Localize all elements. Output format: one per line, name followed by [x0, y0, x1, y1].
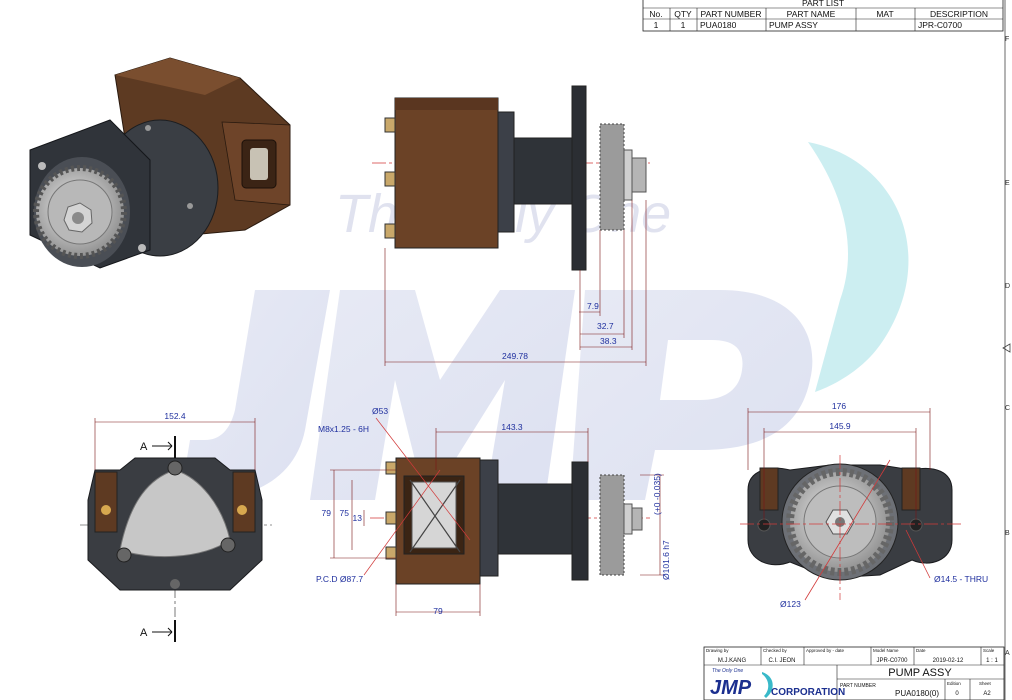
- zone-letter: F: [1005, 36, 1009, 43]
- dim-143-3: 143.3: [501, 422, 523, 432]
- dim-13-vertical: 13: [353, 513, 363, 523]
- tb-part-number: PUA0180(0): [895, 689, 939, 698]
- dim-front-width: 152.4: [164, 411, 186, 421]
- dim-hole-spacing: 145.9: [829, 421, 851, 431]
- dim-32-7: 32.7: [597, 321, 614, 331]
- dim-overall-length: 249.78: [502, 351, 528, 361]
- dim-38-3: 38.3: [600, 336, 617, 346]
- tb-label-part-number: PART NUMBER: [840, 683, 876, 689]
- tb-label-model-name: Model Name: [873, 648, 899, 653]
- tb-scale: 1 : 1: [986, 658, 998, 664]
- dim-thru-hole: Ø14.5 - THRU: [934, 574, 988, 584]
- logo-tagline: The Only One: [712, 668, 743, 674]
- dim-shaft-fit: Ø101.6 h7: [661, 540, 671, 580]
- front-view: [80, 455, 272, 630]
- section-marker-bottom: A: [140, 620, 176, 642]
- dim-dia-123: Ø123: [780, 599, 801, 609]
- zone-letter: E: [1005, 180, 1010, 187]
- dim-7-9: 7.9: [587, 301, 599, 311]
- rear-view: [740, 455, 962, 601]
- tb-date: 2019-02-12: [933, 658, 964, 664]
- part-list-header: QTY: [674, 9, 692, 19]
- part-list-header: MAT: [876, 9, 893, 19]
- part-list-title: PART LIST: [802, 0, 844, 8]
- zone-letter: B: [1005, 530, 1010, 537]
- part-list-header: DESCRIPTION: [930, 9, 988, 19]
- tb-model-name: JPR-C0700: [876, 658, 908, 664]
- part-list-cell: 1: [654, 20, 659, 30]
- zone-letter: A: [1005, 650, 1010, 657]
- part-list-cell: PUA0180: [700, 20, 737, 30]
- tb-label-edition: Edition: [947, 681, 961, 686]
- dim-dia-53: Ø53: [372, 406, 388, 416]
- section-label-a: A: [140, 441, 148, 453]
- tb-title: PUMP ASSY: [888, 667, 952, 679]
- tb-label-scale: Scale: [983, 648, 995, 653]
- dim-79-vertical: 79: [322, 508, 332, 518]
- part-list-header: No.: [649, 9, 662, 19]
- isometric-view: [29, 57, 291, 269]
- dim-79-bottom: 79: [433, 606, 443, 616]
- tb-label-sheet: Sheet: [979, 681, 992, 686]
- dim-thread: M8x1.25 - 6H: [318, 424, 369, 434]
- tb-label-approved: Approved by - date: [806, 648, 845, 653]
- part-list-header: PART NAME: [787, 9, 836, 19]
- part-list-cell: 1: [681, 20, 686, 30]
- section-marker-top: A: [140, 436, 176, 458]
- part-list-cell: PUMP ASSY: [769, 20, 818, 30]
- logo-jmp: JMP: [710, 677, 752, 699]
- part-list-cell: JPR-C0700: [918, 20, 962, 30]
- title-block: Drawing by M.J.KANG Checked by C.I. JEON…: [703, 646, 1005, 700]
- drawing-canvas: The Only One PART LIST No. QTY PART NUMB…: [29, 0, 1011, 700]
- tb-checked-by: C.I. JEON: [768, 658, 795, 664]
- tb-drawing-by: M.J.KANG: [718, 658, 747, 664]
- border-zone-markers: F E D C B A: [1002, 0, 1011, 700]
- logo-corporation: CORPORATION: [771, 687, 845, 698]
- section-label-a: A: [140, 627, 148, 639]
- zone-letter: C: [1005, 405, 1010, 412]
- zone-letter: D: [1005, 283, 1010, 290]
- dim-pcd: P.C.D Ø87.7: [316, 574, 363, 584]
- dim-75-vertical: 75: [340, 508, 350, 518]
- tb-label-date: Date: [916, 648, 926, 653]
- part-list-header: PART NUMBER: [701, 9, 762, 19]
- tb-sheet: A2: [983, 691, 991, 697]
- part-list-table: PART LIST No. QTY PART NUMBER PART NAME …: [642, 0, 1004, 32]
- tb-label-drawing-by: Drawing by: [706, 648, 729, 653]
- dim-rear-width: 176: [832, 401, 846, 411]
- drawing-sheet: The Only One PART LIST No. QTY PART NUMB…: [0, 0, 1012, 700]
- dim-shaft-tolerance: (+0 -0.035): [652, 473, 662, 515]
- tb-label-checked-by: Checked by: [763, 648, 788, 653]
